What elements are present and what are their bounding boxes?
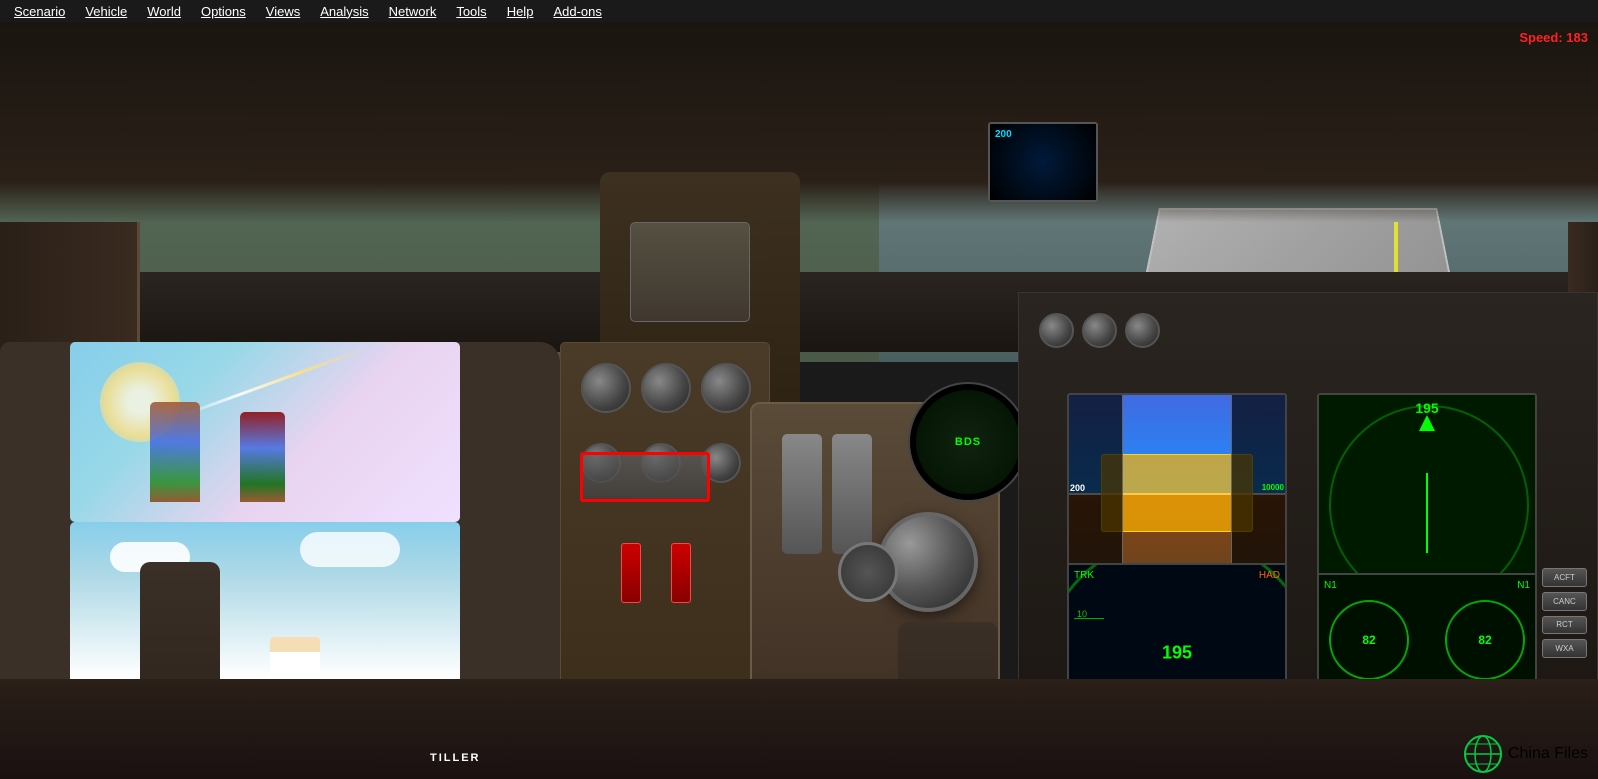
canc-button[interactable]: CANC [1542,592,1587,611]
cup-holder [838,542,898,602]
menu-vehicle[interactable]: Vehicle [75,2,137,21]
speed-label: Speed: 183 [1519,30,1588,45]
menu-help[interactable]: Help [497,2,544,21]
fuel-lever-left[interactable] [621,543,641,603]
compass-had-label: HAD [1259,570,1280,581]
ecam-gauge-left: 82 [1329,600,1409,680]
compass-center-value: 195 [1162,643,1192,664]
isis-text: 200 [995,129,1012,140]
menu-world[interactable]: World [137,2,191,21]
pfd-alt-tape: 10000 [1231,395,1285,591]
right-panel-knobs [1039,313,1160,348]
nd-route-line [1426,473,1428,553]
ecam-gauge-left-value: 82 [1362,633,1375,647]
anime-sky-art [70,342,460,522]
ecam-gauge-right-value: 82 [1478,633,1491,647]
rct-button[interactable]: RCT [1542,616,1587,635]
compass-side-value: 10 [1077,609,1087,619]
watermark: China Files [1463,734,1588,774]
right-knob-1[interactable] [1039,313,1074,348]
throttle-lever-right[interactable] [832,434,872,554]
cockpit-floor [0,679,1598,779]
knob-2[interactable] [641,363,691,413]
ecam-gauge-right: 82 [1445,600,1525,680]
fuel-lever-right[interactable] [671,543,691,603]
isis-screen: 200 [988,122,1098,202]
menu-network[interactable]: Network [379,2,447,21]
menubar: Scenario Vehicle World Options Views Ana… [0,0,1598,22]
ecam-n2-label: N1 [1517,580,1530,591]
red-highlight-box [580,452,710,502]
red-highlight-inner [583,455,707,499]
anime-figure-2 [240,412,285,502]
pfd-speed-value: 200 [1070,483,1085,493]
acft-button[interactable]: ACFT [1542,568,1587,587]
compass-heading-label: TRK [1074,570,1094,581]
right-knob-2[interactable] [1082,313,1117,348]
bds-inner: BDS [916,390,1020,494]
nd-arc [1329,405,1529,593]
nd-heading-triangle [1419,415,1435,431]
menu-scenario[interactable]: Scenario [4,2,75,21]
pfd-alt-value: 10000 [1262,483,1284,492]
comet-line [176,348,365,419]
menu-tools[interactable]: Tools [446,2,496,21]
ecam-n1-label: N1 [1324,580,1337,591]
wxa-button[interactable]: WXA [1542,639,1587,658]
pedal-area [630,222,750,322]
watermark-text: China Files [1508,745,1588,763]
menu-views[interactable]: Views [256,2,310,21]
nd-heading-value: 195 [1415,400,1438,416]
nd-screen: 195 10 [1317,393,1537,593]
throttle-lever-left[interactable] [782,434,822,554]
right-buttons-panel: ACFT CANC RCT WXA [1537,563,1597,663]
anime-figure-1 [150,402,200,502]
bds-display: BDS [908,382,1028,502]
cockpit: TILLER BDS 200 [0,22,1598,779]
knob-3[interactable] [701,363,751,413]
watermark-icon [1463,734,1503,774]
tiller-label: TILLER [430,752,481,764]
menu-options[interactable]: Options [191,2,256,21]
knob-1[interactable] [581,363,631,413]
city-cloud-2 [300,532,400,567]
simulator-view: TILLER BDS 200 [0,22,1598,779]
right-knob-3[interactable] [1125,313,1160,348]
menu-analysis[interactable]: Analysis [310,2,378,21]
menu-addons[interactable]: Add-ons [543,2,611,21]
pfd-yellow-box [1101,454,1252,532]
pfd-speed-tape: 200 [1069,395,1123,591]
